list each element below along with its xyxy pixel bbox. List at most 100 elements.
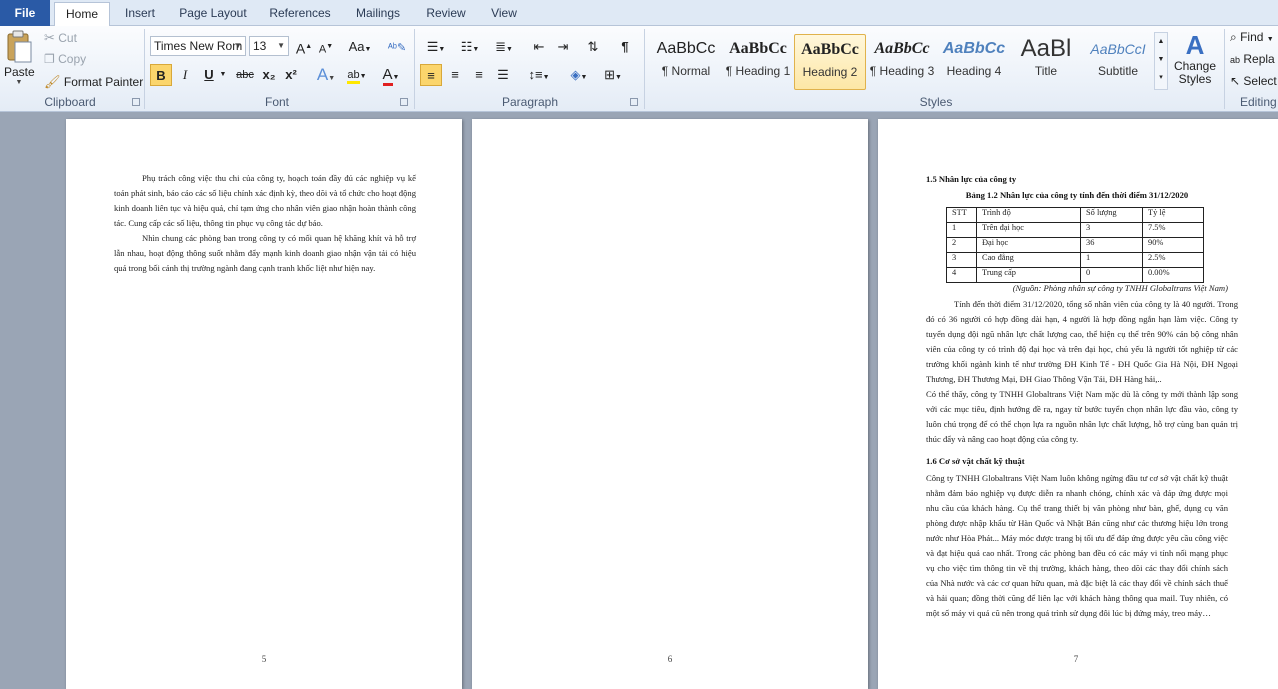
bullets-button[interactable]: ☰▼ — [420, 36, 452, 58]
underline-dropdown-icon[interactable]: ▼ — [218, 64, 228, 86]
paste-button[interactable]: Paste ▼ — [4, 30, 35, 92]
ribbon-tab-bar: File Home Insert Page Layout References … — [0, 0, 1278, 27]
change-styles-button[interactable]: A Change Styles — [1172, 30, 1218, 86]
clipboard-group-label: Clipboard — [44, 95, 96, 109]
change-styles-icon: A — [1185, 30, 1205, 60]
replace-button[interactable]: ab Repla — [1230, 52, 1275, 66]
sort-button[interactable]: ⇅ — [582, 36, 604, 58]
style-name: ¶ Heading 3 — [869, 64, 935, 78]
highlight-button[interactable]: ab▼ — [342, 64, 372, 86]
table-row: 2 Đại học 36 90% — [946, 237, 1204, 253]
highlighter-icon: ab — [347, 69, 360, 84]
bullets-icon: ☰ — [426, 39, 439, 54]
style-heading-1[interactable]: AaBbCc ¶ Heading 1 — [722, 34, 794, 90]
paragraph: Công ty TNHH Globaltrans Việt Nam luôn k… — [926, 473, 1228, 618]
divider — [414, 29, 415, 109]
clear-formatting-button[interactable]: ᴬᵇ✎ — [386, 36, 408, 58]
font-name-combo[interactable]: Times New Rom ▼ — [150, 36, 246, 56]
page-6[interactable]: 6 — [472, 119, 868, 689]
paragraph-launcher-icon[interactable] — [630, 98, 638, 106]
copy-button[interactable]: ❐ Copy — [44, 52, 86, 66]
style-normal[interactable]: AaBbCc ¶ Normal — [650, 34, 722, 90]
tab-insert[interactable]: Insert — [118, 3, 162, 26]
font-color-button[interactable]: A▼ — [376, 64, 406, 86]
align-left-button[interactable]: ≡ — [420, 64, 442, 86]
table-row: 1 Trên đại học 3 7.5% — [946, 222, 1204, 238]
change-case-button[interactable]: Aa▼ — [345, 36, 375, 58]
numbering-button[interactable]: ☷▼ — [454, 36, 486, 58]
superscript-button[interactable]: x² — [280, 64, 302, 86]
line-spacing-button[interactable]: ↕≡▼ — [524, 64, 554, 86]
section-heading: 1.6 Cơ sở vật chất kỹ thuật — [926, 456, 1025, 466]
table-header-cell: Trình độ — [976, 207, 1081, 223]
format-painter-button[interactable]: 🖌 Format Painter — [44, 74, 143, 90]
style-heading-2[interactable]: AaBbCc Heading 2 — [794, 34, 866, 90]
style-title[interactable]: AaBl Title — [1010, 34, 1082, 90]
show-marks-button[interactable]: ¶ — [614, 36, 636, 58]
table-cell: 1 — [1080, 252, 1143, 268]
align-right-icon: ≡ — [475, 67, 483, 82]
font-launcher-icon[interactable] — [400, 98, 408, 106]
table-cell: Trên đại học — [976, 222, 1081, 238]
grow-font-button[interactable]: A▲ — [293, 36, 315, 58]
find-button[interactable]: ⌕ Find ▼ — [1230, 30, 1274, 45]
text-effects-icon: A — [316, 65, 329, 84]
page-5[interactable]: Phụ trách công việc thu chi của công ty,… — [66, 119, 462, 689]
paragraph-group-label: Paragraph — [501, 95, 559, 109]
style-heading-4[interactable]: AaBbCc Heading 4 — [938, 34, 1010, 90]
paste-icon — [7, 30, 32, 63]
styles-scroll[interactable]: ▲ ▼ ▾ — [1154, 32, 1168, 90]
paragraph: Phụ trách công việc thu chi của công ty,… — [114, 173, 416, 228]
table-header-cell: STT — [946, 207, 977, 223]
tab-file[interactable]: File — [0, 0, 50, 26]
clipboard-launcher-icon[interactable] — [132, 98, 140, 106]
align-center-icon: ≡ — [451, 67, 459, 82]
binoculars-icon: ⌕ — [1230, 30, 1237, 44]
font-name-value: Times New Rom — [154, 39, 243, 53]
chevron-down-icon: ▼ — [1157, 56, 1165, 63]
borders-button[interactable]: ⊞▼ — [598, 64, 628, 86]
divider — [1224, 29, 1225, 109]
style-heading-3[interactable]: AaBbCc ¶ Heading 3 — [866, 34, 938, 90]
tab-page-layout[interactable]: Page Layout — [172, 3, 254, 26]
table-cell: 2 — [946, 237, 977, 253]
increase-indent-icon: ⇥ — [557, 39, 569, 54]
decrease-indent-icon: ⇤ — [533, 39, 545, 54]
align-center-button[interactable]: ≡ — [444, 64, 466, 86]
multilevel-list-button[interactable]: ≣▼ — [488, 36, 520, 58]
bold-button[interactable]: B — [150, 64, 172, 86]
page-7[interactable]: 1.5 Nhân lực của công ty Bảng 1.2 Nhân l… — [878, 119, 1278, 689]
shrink-font-button[interactable]: A▼ — [315, 36, 337, 58]
shading-button[interactable]: ◈▼ — [564, 64, 594, 86]
multilevel-list-icon: ≣ — [495, 39, 506, 54]
subscript-button[interactable]: x₂ — [258, 64, 280, 86]
table-header-row: STT Trình độ Số lượng Tỷ lệ — [946, 207, 1204, 223]
decrease-indent-button[interactable]: ⇤ — [528, 36, 550, 58]
underline-button[interactable]: U — [198, 64, 220, 86]
strikethrough-button[interactable]: abc — [232, 64, 258, 86]
tab-references[interactable]: References — [264, 3, 336, 26]
cut-button[interactable]: ✂ Cut — [44, 30, 77, 46]
italic-button[interactable]: I — [174, 64, 196, 86]
copy-icon: ❐ — [44, 52, 55, 66]
table-title: Bảng 1.2 Nhân lực của công ty tính đến t… — [965, 190, 1189, 200]
align-right-button[interactable]: ≡ — [468, 64, 490, 86]
style-name: ¶ Normal — [661, 64, 711, 78]
page-number: 6 — [667, 654, 673, 664]
increase-indent-button[interactable]: ⇥ — [552, 36, 574, 58]
table-cell: 0 — [1080, 267, 1143, 283]
font-size-combo[interactable]: 13 ▼ — [249, 36, 289, 56]
tab-home[interactable]: Home — [54, 2, 110, 27]
select-button[interactable]: ↖ Select — [1230, 74, 1277, 88]
text-effects-button[interactable]: A▼ — [312, 64, 340, 86]
justify-button[interactable]: ☰ — [492, 64, 514, 86]
table-header-cell: Tỷ lệ — [1142, 207, 1204, 223]
document-area[interactable]: Phụ trách công việc thu chi của công ty,… — [0, 112, 1278, 689]
style-subtitle[interactable]: AaBbCcI Subtitle — [1082, 34, 1154, 90]
tab-view[interactable]: View — [484, 3, 524, 26]
paragraph: Nhìn chung các phòng ban trong công ty c… — [114, 233, 416, 273]
find-label: Find — [1240, 30, 1264, 44]
tab-review[interactable]: Review — [418, 3, 474, 26]
style-name: Heading 4 — [946, 64, 1002, 78]
tab-mailings[interactable]: Mailings — [348, 3, 408, 26]
